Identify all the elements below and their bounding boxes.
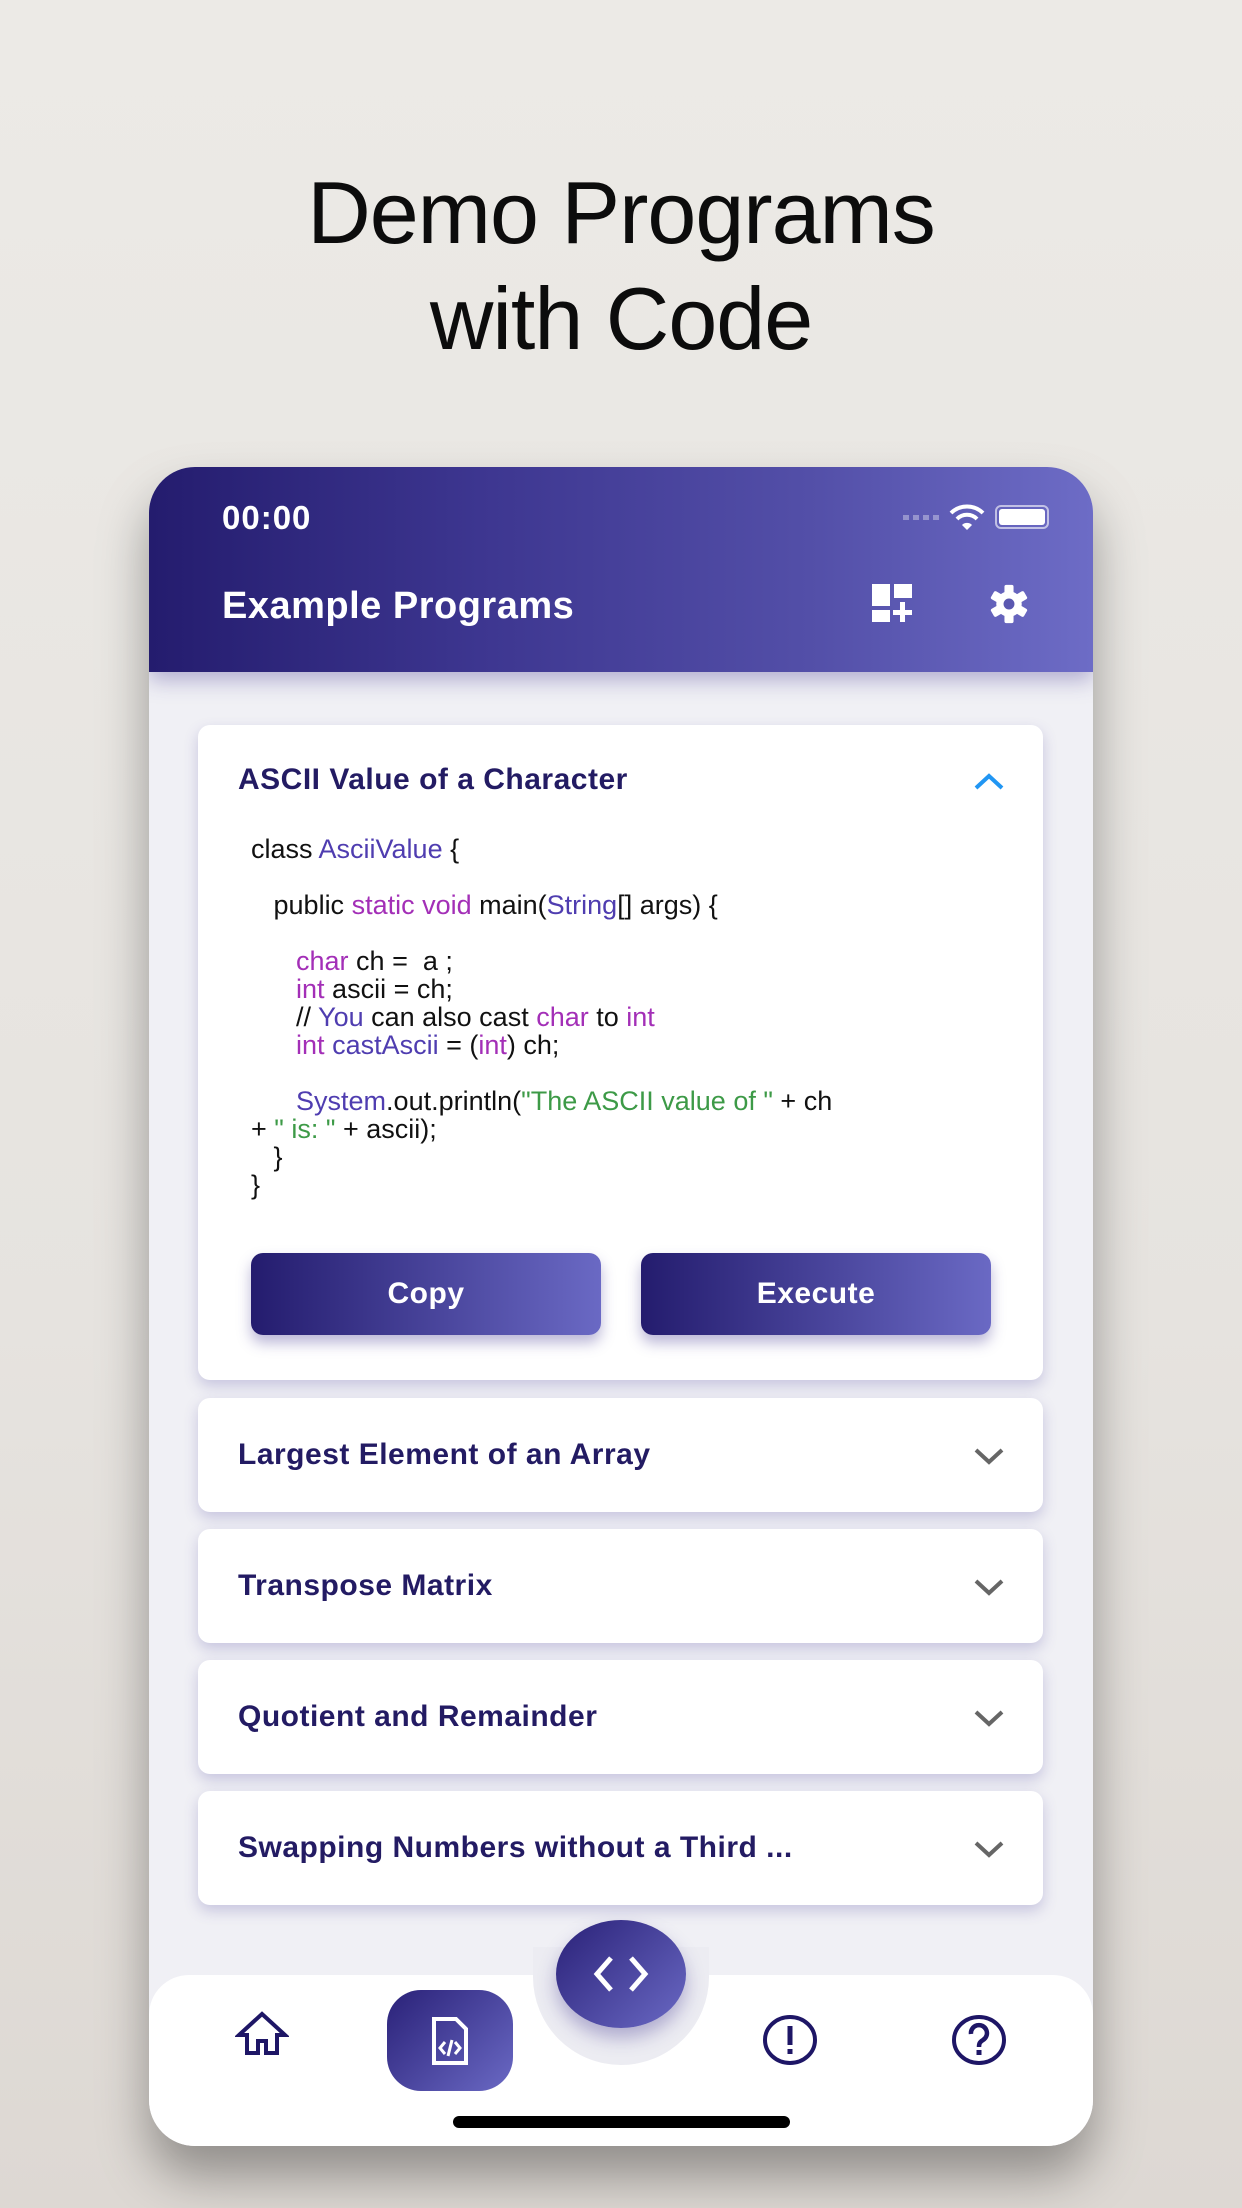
code-token: int bbox=[296, 974, 325, 1004]
code-line: public static void main(String[] args) { bbox=[251, 891, 991, 919]
code-token: ascii = ch; bbox=[324, 974, 453, 1004]
program-card[interactable]: Quotient and Remainder bbox=[198, 1660, 1043, 1774]
code-token: public bbox=[251, 890, 352, 920]
code-token: System bbox=[296, 1086, 387, 1116]
app-bar: 00:00 Example Programs bbox=[149, 467, 1093, 672]
wifi-icon bbox=[949, 504, 985, 530]
home-icon[interactable] bbox=[235, 2011, 289, 2055]
program-card-expanded: ASCII Value of a Character class AsciiVa… bbox=[198, 725, 1043, 1380]
nav-code-file-selected[interactable] bbox=[387, 1990, 513, 2091]
code-token: int bbox=[626, 1002, 655, 1032]
code-token: ch = a ; bbox=[348, 946, 453, 976]
chevron-down-icon[interactable] bbox=[973, 1708, 1005, 1728]
headline-line-1: Demo Programs bbox=[307, 163, 936, 262]
gear-icon[interactable] bbox=[987, 584, 1031, 624]
program-card[interactable]: Swapping Numbers without a Third ... bbox=[198, 1791, 1043, 1905]
signal-icon bbox=[903, 514, 939, 520]
code-token: + ch bbox=[772, 1086, 833, 1116]
program-title: Largest Element of an Array bbox=[238, 1438, 651, 1471]
code-line: int ascii = ch; bbox=[251, 975, 991, 1003]
alert-icon[interactable] bbox=[762, 2015, 818, 2065]
status-icons bbox=[903, 503, 1049, 531]
chevron-down-icon[interactable] bbox=[973, 1839, 1005, 1859]
program-card[interactable]: Transpose Matrix bbox=[198, 1529, 1043, 1643]
code-token: class bbox=[251, 834, 319, 864]
chevron-down-icon[interactable] bbox=[973, 1577, 1005, 1597]
code-token: You bbox=[318, 1002, 364, 1032]
code-token: } bbox=[251, 1142, 283, 1172]
code-token: " is: " bbox=[274, 1114, 336, 1144]
headline: Demo Programs with Code bbox=[0, 160, 1242, 372]
program-card[interactable]: Largest Element of an Array bbox=[198, 1398, 1043, 1512]
copy-button[interactable]: Copy bbox=[251, 1253, 601, 1335]
code-token: char bbox=[536, 1002, 589, 1032]
code-line: class AsciiValue { bbox=[251, 835, 991, 863]
app-title: Example Programs bbox=[222, 585, 575, 627]
execute-button[interactable]: Execute bbox=[641, 1253, 991, 1335]
help-icon[interactable] bbox=[951, 2015, 1007, 2065]
code-token: } bbox=[251, 1170, 261, 1200]
home-indicator bbox=[453, 2116, 790, 2128]
code-token: [] args) { bbox=[617, 890, 718, 920]
program-title: Transpose Matrix bbox=[238, 1569, 493, 1602]
code-file-icon bbox=[432, 2016, 468, 2065]
code-token: to bbox=[588, 1002, 627, 1032]
program-title: Quotient and Remainder bbox=[238, 1700, 598, 1733]
battery-icon bbox=[995, 505, 1049, 529]
code-token: + ascii); bbox=[335, 1114, 437, 1144]
phone-frame: 00:00 Example Programs ASCII Value of a … bbox=[149, 467, 1093, 2146]
code-token: char bbox=[296, 946, 349, 976]
code-token: = ( bbox=[438, 1030, 479, 1060]
status-time: 00:00 bbox=[222, 499, 312, 536]
code-token: // bbox=[251, 1002, 319, 1032]
chevron-up-icon[interactable] bbox=[973, 771, 1005, 791]
code-token: .out.println( bbox=[386, 1086, 522, 1116]
code-token: + bbox=[251, 1114, 275, 1144]
code-line: int castAscii = (int) ch; bbox=[251, 1031, 991, 1059]
chevron-down-icon[interactable] bbox=[973, 1446, 1005, 1466]
code-line: // You can also cast char to int bbox=[251, 1003, 991, 1031]
code-line: } bbox=[251, 1171, 991, 1199]
code-token: ) ch; bbox=[506, 1030, 560, 1060]
code-token: castAscii bbox=[332, 1030, 439, 1060]
code-line: + " is: " + ascii); bbox=[251, 1115, 991, 1143]
code-token: AsciiValue bbox=[318, 834, 443, 864]
code-line: char ch = a ; bbox=[251, 947, 991, 975]
program-title[interactable]: ASCII Value of a Character bbox=[238, 763, 628, 797]
headline-line-2: with Code bbox=[429, 269, 813, 368]
code-block: class AsciiValue { public static void ma… bbox=[251, 835, 991, 1199]
code-token: int bbox=[296, 1030, 325, 1060]
code-token: main( bbox=[471, 890, 547, 920]
program-title: Swapping Numbers without a Third ... bbox=[238, 1831, 793, 1864]
code-token: can also cast bbox=[363, 1002, 537, 1032]
code-token: static void bbox=[351, 890, 472, 920]
code-token: int bbox=[478, 1030, 507, 1060]
code-token: String bbox=[546, 890, 618, 920]
dashboard-add-icon[interactable] bbox=[872, 584, 916, 622]
code-icon bbox=[593, 1956, 649, 1992]
code-fab-button[interactable] bbox=[556, 1920, 686, 2028]
code-token: "The ASCII value of " bbox=[521, 1086, 773, 1116]
code-line: System.out.println("The ASCII value of "… bbox=[251, 1087, 991, 1115]
code-line: } bbox=[251, 1143, 991, 1171]
code-token: { bbox=[442, 834, 460, 864]
